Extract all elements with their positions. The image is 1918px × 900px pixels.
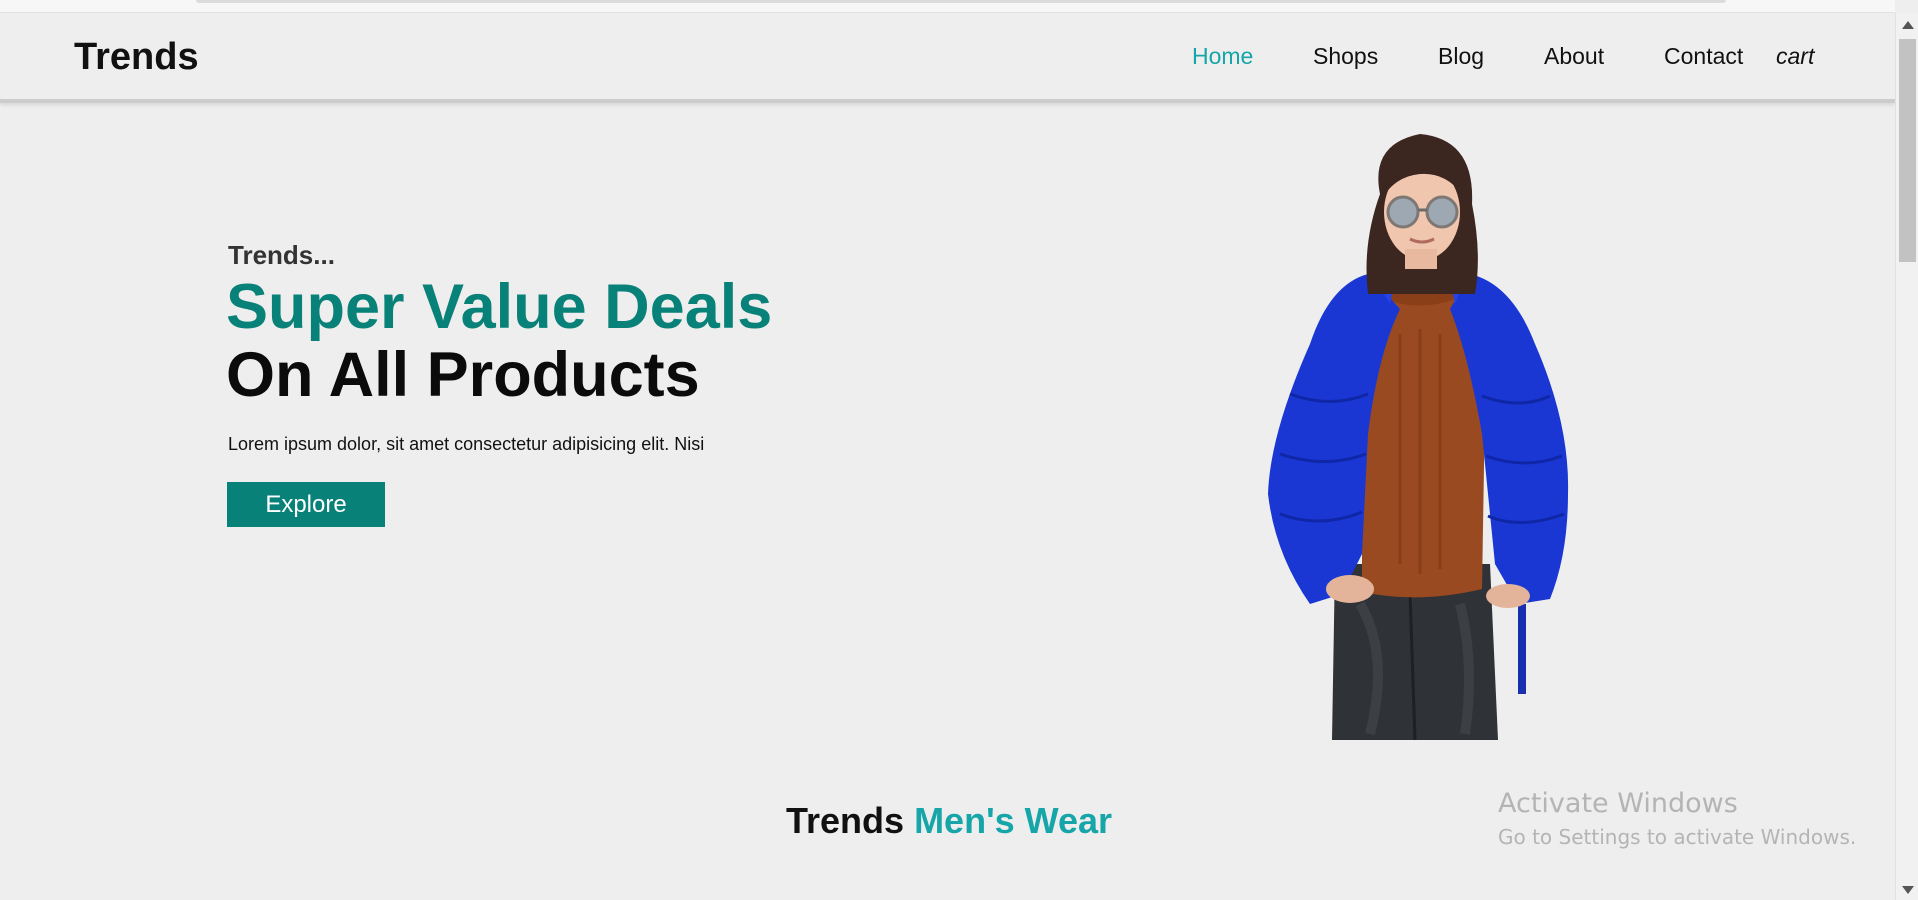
site-header: Trends Home Shops Blog About Contact car…	[0, 13, 1895, 103]
browser-tab-edge	[196, 0, 1726, 3]
section-title: Trends Men's Wear	[786, 800, 1112, 842]
watermark-line-1: Activate Windows	[1498, 788, 1738, 819]
vertical-scrollbar[interactable]	[1895, 13, 1918, 900]
scroll-thumb[interactable]	[1899, 39, 1916, 262]
site-logo[interactable]: Trends	[74, 36, 199, 79]
hero-model-image	[1268, 134, 1569, 740]
nav-link-blog[interactable]: Blog	[1438, 43, 1484, 70]
section-title-part-2: Men's Wear	[914, 800, 1113, 841]
nav-link-shops[interactable]: Shops	[1313, 43, 1378, 70]
hero-eyebrow: Trends...	[228, 240, 335, 270]
section-title-part-1: Trends	[786, 800, 905, 841]
watermark-line-2: Go to Settings to activate Windows.	[1498, 825, 1857, 849]
hero-headline-secondary: On All Products	[226, 340, 700, 410]
hero-headline-primary: Super Value Deals	[226, 272, 773, 342]
nav-link-about[interactable]: About	[1544, 43, 1604, 70]
hero-description: Lorem ipsum dolor, sit amet consectetur …	[228, 434, 705, 454]
nav-link-contact[interactable]: Contact	[1664, 43, 1743, 70]
scroll-up-arrow-icon[interactable]	[1902, 21, 1914, 29]
nav-link-cart[interactable]: cart	[1776, 43, 1814, 70]
explore-button[interactable]: Explore	[227, 482, 385, 527]
nav-link-home[interactable]: Home	[1192, 43, 1253, 70]
scroll-down-arrow-icon[interactable]	[1902, 886, 1914, 894]
page: Trends Home Shops Blog About Contact car…	[0, 0, 1918, 900]
windows-activation-watermark: Activate Windows Go to Settings to activ…	[1498, 788, 1856, 849]
browser-top-strip	[0, 0, 1895, 13]
